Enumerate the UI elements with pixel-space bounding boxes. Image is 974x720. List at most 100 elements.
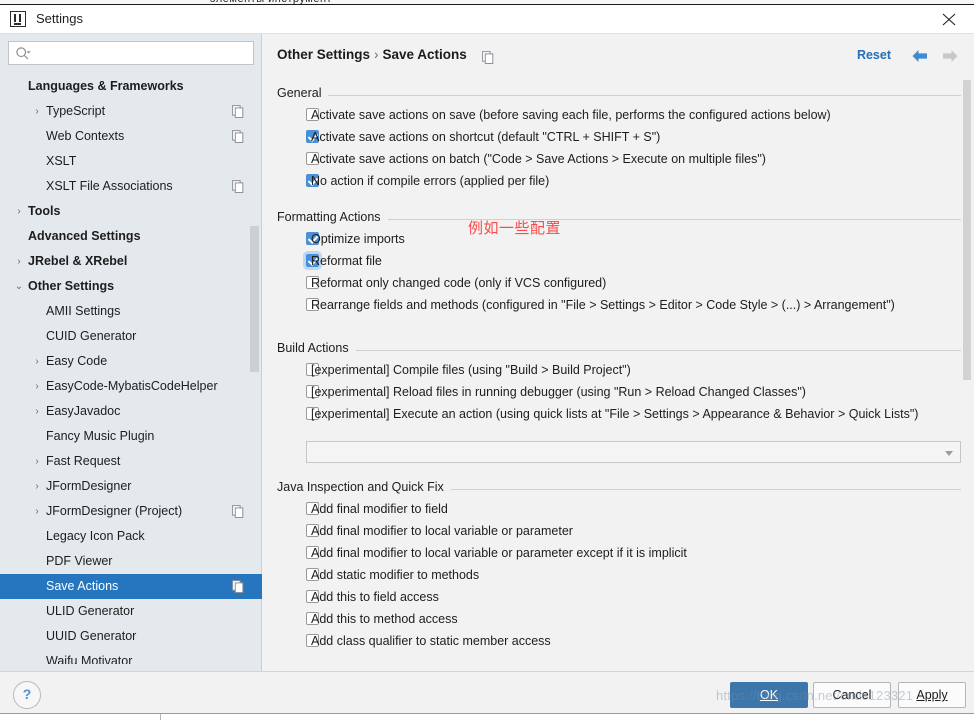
settings-sidebar: Languages & Frameworks › TypeScript Web Con… — [0, 34, 262, 671]
sidebar-item-pdf-viewer[interactable]: PDF Viewer — [0, 549, 262, 574]
arrow-left-icon[interactable] — [910, 47, 930, 65]
settings-tree[interactable]: Languages & Frameworks › TypeScript Web Con… — [0, 74, 262, 664]
sidebar-item-label: PDF Viewer — [46, 554, 113, 568]
sidebar-item-jformdesigner-project[interactable]: › JFormDesigner (Project) — [0, 499, 262, 524]
checkbox-row[interactable]: Reformat only changed code (only if VCS … — [277, 272, 961, 294]
checkbox-label: Optimize imports — [311, 232, 405, 246]
sidebar-item-easycode-mybatiscodehelper[interactable]: › EasyCode-MybatisCodeHelper — [0, 374, 262, 399]
sidebar-item-jformdesigner[interactable]: › JFormDesigner — [0, 474, 262, 499]
copy-setting-path-icon[interactable] — [232, 180, 244, 193]
section-header: Build Actions — [277, 341, 961, 359]
checkbox-row[interactable]: Add class qualifier to static member acc… — [277, 630, 961, 652]
reset-link[interactable]: Reset — [857, 48, 891, 62]
chevron-right-icon[interactable]: › — [30, 374, 44, 399]
sidebar-item-xslt-file-associations[interactable]: XSLT File Associations — [0, 174, 262, 199]
sidebar-item-easy-code[interactable]: › Easy Code — [0, 349, 262, 374]
content-scrollbar-thumb[interactable] — [963, 80, 971, 380]
section-title: Build Actions — [277, 341, 356, 355]
chevron-right-icon[interactable]: › — [30, 349, 44, 374]
copy-setting-path-icon[interactable] — [232, 105, 244, 118]
chevron-right-icon[interactable]: › — [30, 474, 44, 499]
checkbox-label: Rearrange fields and methods (configured… — [311, 298, 895, 312]
search-input[interactable] — [35, 42, 251, 66]
copy-setting-path-icon[interactable] — [232, 580, 244, 593]
sidebar-item-uuid-generator[interactable]: UUID Generator — [0, 624, 262, 649]
sidebar-item-fast-request[interactable]: › Fast Request — [0, 449, 262, 474]
sidebar-item-waifu-motivator[interactable]: Waifu Motivator — [0, 649, 262, 664]
chevron-right-icon[interactable]: › — [12, 199, 26, 224]
section-header: Java Inspection and Quick Fix — [277, 480, 961, 498]
sidebar-item-label: Easy Code — [46, 354, 108, 368]
checkbox-row[interactable]: [experimental] Compile files (using "Bui… — [277, 359, 961, 381]
close-button[interactable] — [928, 5, 970, 33]
settings-content: General Activate save actions on save (be… — [263, 78, 974, 671]
sidebar-item-label: JFormDesigner (Project) — [46, 504, 183, 518]
sidebar-item-legacy-icon-pack[interactable]: Legacy Icon Pack — [0, 524, 262, 549]
section-build-actions: Build Actions [experimental] Compile file… — [277, 341, 961, 463]
checkbox-row[interactable]: Add this to field access — [277, 586, 961, 608]
chevron-down-icon — [945, 451, 953, 456]
checkbox-label: Add this to field access — [311, 590, 439, 604]
checkbox-row[interactable]: Optimize imports — [277, 228, 961, 250]
cancel-button[interactable]: Cancel — [813, 682, 891, 708]
breadcrumb-parent[interactable]: Other Settings — [277, 47, 370, 62]
checkbox-label: Add class qualifier to static member acc… — [311, 634, 551, 648]
apply-button[interactable]: Apply — [898, 682, 966, 708]
sidebar-item-save-actions[interactable]: Save Actions — [0, 574, 262, 599]
sidebar-item-amii-settings[interactable]: AMII Settings — [0, 299, 262, 324]
copy-settings-icon[interactable] — [482, 51, 494, 64]
chevron-down-icon[interactable]: ⌄ — [12, 274, 26, 299]
chevron-right-icon[interactable]: › — [30, 399, 44, 424]
chevron-right-icon[interactable]: › — [30, 499, 44, 524]
sidebar-item-cuid-generator[interactable]: CUID Generator — [0, 324, 262, 349]
sidebar-item-label: CUID Generator — [46, 329, 137, 343]
sidebar-item-ulid-generator[interactable]: ULID Generator — [0, 599, 262, 624]
sidebar-item-easyjavadoc[interactable]: › EasyJavadoc — [0, 399, 262, 424]
checkbox-label: Add static modifier to methods — [311, 568, 480, 582]
ok-button[interactable]: OK — [730, 682, 808, 708]
section-title: Formatting Actions — [277, 210, 388, 224]
checkbox-row[interactable]: No action if compile errors (applied per… — [277, 170, 961, 192]
quick-list-combo[interactable] — [306, 441, 961, 463]
chevron-right-icon[interactable]: › — [12, 249, 26, 274]
sidebar-item-advanced-settings[interactable]: Advanced Settings — [0, 224, 262, 249]
breadcrumb: Other Settings › Save Actions — [277, 47, 467, 62]
sidebar-item-label: Save Actions — [46, 579, 119, 593]
checkbox-row[interactable]: Activate save actions on shortcut (defau… — [277, 126, 961, 148]
checkbox-row[interactable]: Add static modifier to methods — [277, 564, 961, 586]
sidebar-item-label: ULID Generator — [46, 604, 135, 618]
copy-setting-path-icon[interactable] — [232, 505, 244, 518]
chevron-right-icon[interactable]: › — [30, 99, 44, 124]
checkbox-row[interactable]: [experimental] Reload files in running d… — [277, 381, 961, 403]
section-rule — [277, 95, 961, 96]
checkbox-row[interactable]: Add this to method access — [277, 608, 961, 630]
sidebar-item-jrebel-xrebel[interactable]: › JRebel & XRebel — [0, 249, 262, 274]
sidebar-item-languages-frameworks[interactable]: Languages & Frameworks — [0, 74, 262, 99]
section-header: Formatting Actions — [277, 210, 961, 228]
chevron-right-icon[interactable]: › — [30, 449, 44, 474]
checkbox-label: Reformat only changed code (only if VCS … — [311, 276, 607, 290]
sidebar-item-label: JFormDesigner — [46, 479, 132, 493]
checkbox-row[interactable]: Add final modifier to local variable or … — [277, 542, 961, 564]
sidebar-item-fancy-music-plugin[interactable]: Fancy Music Plugin — [0, 424, 262, 449]
sidebar-item-label: Web Contexts — [46, 129, 125, 143]
help-button[interactable]: ? — [13, 681, 41, 709]
checkbox-label: Add final modifier to local variable or … — [311, 546, 687, 560]
search-box[interactable] — [8, 41, 254, 66]
checkbox-row[interactable]: [experimental] Execute an action (using … — [277, 403, 961, 425]
checkbox-label: Activate save actions on shortcut (defau… — [311, 130, 661, 144]
checkbox-row[interactable]: Activate save actions on batch ("Code > … — [277, 148, 961, 170]
checkbox-row[interactable]: Reformat file — [277, 250, 961, 272]
sidebar-item-typescript[interactable]: › TypeScript — [0, 99, 262, 124]
checkbox-row[interactable]: Rearrange fields and methods (configured… — [277, 294, 961, 316]
checkbox-row[interactable]: Activate save actions on save (before sa… — [277, 104, 961, 126]
checkbox-row[interactable]: Add final modifier to field — [277, 498, 961, 520]
annotation-text: 例如一些配置 — [468, 219, 562, 237]
sidebar-item-other-settings[interactable]: ⌄ Other Settings — [0, 274, 262, 299]
checkbox-row[interactable]: Add final modifier to local variable or … — [277, 520, 961, 542]
copy-setting-path-icon[interactable] — [232, 130, 244, 143]
sidebar-item-xslt[interactable]: XSLT — [0, 149, 262, 174]
sidebar-item-tools[interactable]: › Tools — [0, 199, 262, 224]
sidebar-item-web-contexts[interactable]: Web Contexts — [0, 124, 262, 149]
checkbox-label: Activate save actions on batch ("Code > … — [311, 152, 766, 166]
